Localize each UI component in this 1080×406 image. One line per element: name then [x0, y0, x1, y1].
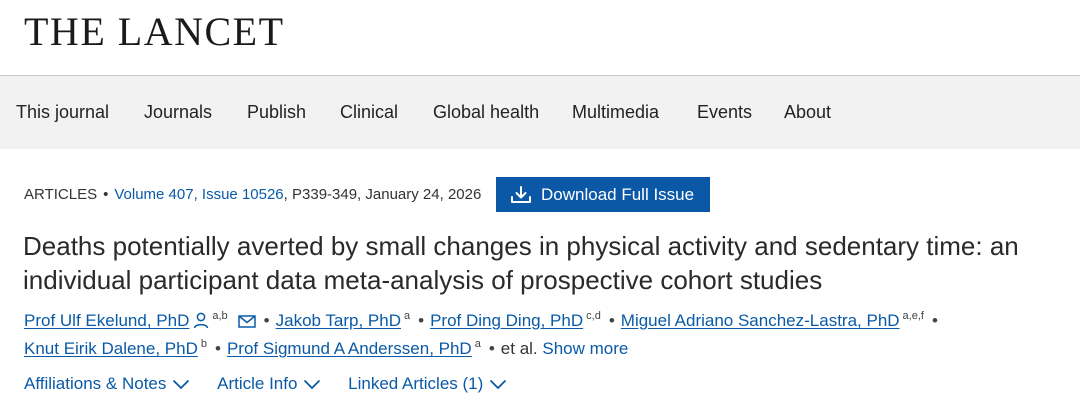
tab-article-info[interactable]: Article Info [217, 374, 321, 394]
nav-item-publish[interactable]: Publish [247, 102, 306, 123]
nav-item-journals[interactable]: Journals [144, 102, 212, 123]
separator-dot: • [263, 311, 270, 330]
separator-dot: • [608, 311, 615, 330]
nav-item-clinical[interactable]: Clinical [340, 102, 398, 123]
author-link[interactable]: Prof Sigmund A Anderssen, PhD [227, 339, 472, 358]
chevron-down-icon [173, 379, 190, 389]
author-affiliation: a [474, 338, 481, 350]
author-list-line-2: Knut Eirik Dalene, PhD b • Prof Sigmund A A… [24, 338, 628, 359]
nav-item-this-journal[interactable]: This journal [16, 102, 109, 123]
chevron-down-icon [304, 379, 321, 389]
download-full-issue-button[interactable]: Download Full Issue [496, 177, 710, 212]
author-link[interactable]: Knut Eirik Dalene, PhD [24, 339, 198, 358]
tab-affiliations-notes[interactable]: Affiliations & Notes [24, 374, 190, 394]
author-link[interactable]: Prof Ding Ding, PhD [430, 311, 583, 330]
issue-link[interactable]: Volume 407, Issue 10526 [114, 186, 283, 203]
article-type: ARTICLES [24, 186, 98, 203]
nav-item-global-health[interactable]: Global health [433, 102, 539, 123]
article-tabs: Affiliations & Notes Article Info Linked… [24, 374, 529, 394]
author-link[interactable]: Jakob Tarp, PhD [276, 311, 401, 330]
separator-dot: • [215, 339, 221, 358]
site-header: THE LANCET [0, 0, 1080, 76]
person-icon[interactable] [193, 312, 209, 329]
et-al: et al. [500, 339, 538, 358]
pages-date-text: P339-349, January 24, 2026 [292, 186, 482, 203]
separator-dot: • [488, 339, 495, 358]
show-more-link[interactable]: Show more [542, 339, 628, 358]
download-icon [511, 185, 531, 203]
separator-dot: • [418, 311, 425, 330]
separator-dot: • [931, 311, 938, 330]
author-link[interactable]: Miguel Adriano Sanchez-Lastra, PhD [621, 311, 900, 330]
article-title: Deaths potentially averted by small chan… [23, 231, 1019, 295]
author-affiliation: b [200, 338, 207, 350]
pages-date: , P339-349, January 24, 2026 [283, 186, 482, 203]
tab-label: Affiliations & Notes [24, 374, 167, 393]
download-button-label: Download Full Issue [541, 184, 695, 204]
nav-item-about[interactable]: About [784, 102, 831, 123]
author-list-line-1: Prof Ulf Ekelund, PhD a,b • Jakob Tarp, PhD… [24, 310, 944, 331]
nav-item-multimedia[interactable]: Multimedia [572, 102, 659, 123]
separator-dot: • [103, 186, 109, 203]
tab-label: Article Info [217, 374, 298, 393]
tab-linked-articles[interactable]: Linked Articles (1) [348, 374, 507, 394]
nav-item-events[interactable]: Events [697, 102, 752, 123]
tab-label: Linked Articles (1) [348, 374, 484, 393]
chevron-down-icon [490, 379, 507, 389]
author-affiliation: a,b [212, 310, 228, 322]
site-logo[interactable]: THE LANCET [24, 8, 285, 55]
author-affiliation: c,d [586, 310, 601, 322]
author-affiliation: a [403, 310, 411, 322]
main-nav: This journal Journals Publish Clinical G… [0, 76, 1080, 149]
author-affiliation: a,e,f [902, 310, 924, 322]
article-meta: ARTICLES • Volume 407, Issue 10526, P339-3… [24, 186, 481, 203]
email-icon[interactable] [237, 314, 256, 329]
author-link[interactable]: Prof Ulf Ekelund, PhD [24, 311, 189, 330]
